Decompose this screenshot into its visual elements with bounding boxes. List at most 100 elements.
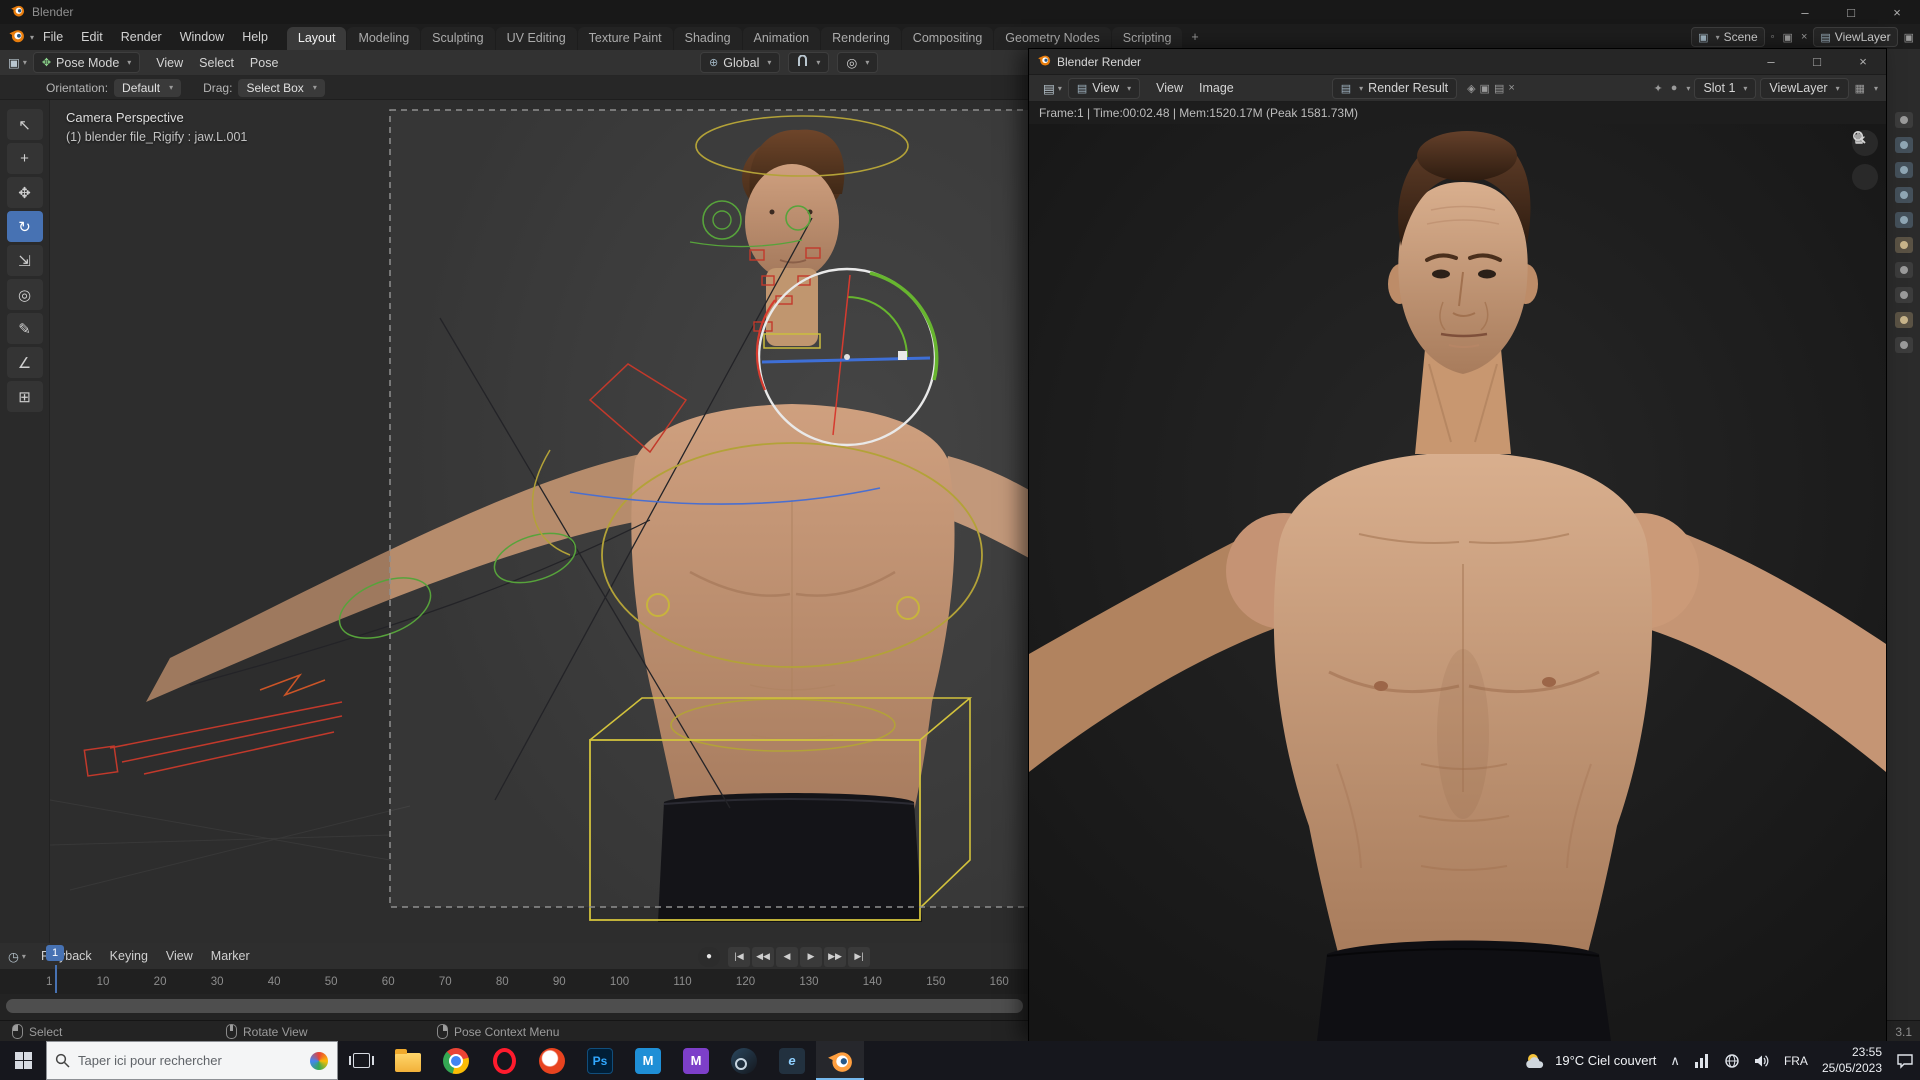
tool-button[interactable]: ∠	[7, 347, 43, 378]
slot-dropdown[interactable]: Slot 1▾	[1694, 78, 1756, 99]
auto-key-record-button[interactable]: ●	[698, 947, 720, 967]
minimize-button[interactable]: –	[1748, 49, 1794, 74]
taskbar-app-photoshop[interactable]: Ps	[576, 1041, 624, 1080]
taskbar-app-steam[interactable]	[720, 1041, 768, 1080]
play-reverse-button[interactable]: ◀	[776, 947, 798, 967]
tool-button[interactable]: ⊞	[7, 381, 43, 412]
task-view-button[interactable]	[338, 1041, 384, 1080]
language-indicator[interactable]: FRA	[1784, 1054, 1808, 1068]
maximize-button[interactable]: □	[1828, 0, 1874, 24]
frame-ruler[interactable]: 1102030405060708090100110120130140150160	[0, 970, 1029, 994]
timeline-menu[interactable]: Playback	[32, 949, 101, 963]
search-input[interactable]	[78, 1053, 278, 1068]
taskbar-app-medibang[interactable]: M	[624, 1041, 672, 1080]
viewlayer-properties-tab-icon[interactable]	[1895, 187, 1913, 203]
menubar-menu[interactable]: Edit	[72, 30, 112, 44]
mode-dropdown[interactable]: ✥ Pose Mode ▾	[33, 52, 140, 73]
copy-icon[interactable]: ▣	[1902, 31, 1916, 44]
maximize-button[interactable]: □	[1794, 49, 1840, 74]
scene-selector[interactable]: ▣ ▾ Scene	[1691, 27, 1764, 47]
taskbar-app-browser[interactable]	[528, 1041, 576, 1080]
proportional-editing-dropdown[interactable]: ◎ ▾	[837, 52, 878, 73]
workspace-tab[interactable]: Rendering	[821, 27, 901, 50]
orientation-setting[interactable]: Orientation: Default▾	[46, 79, 181, 97]
pan-hand-icon[interactable]	[1852, 164, 1878, 190]
render-view-icon[interactable]: ✦	[1652, 82, 1665, 95]
jump-to-end-button[interactable]: ▶|	[848, 947, 870, 967]
unlink-icon[interactable]: ×	[1799, 31, 1809, 43]
modifier-properties-tab-icon[interactable]	[1895, 287, 1913, 303]
tool-button[interactable]: +	[7, 143, 43, 174]
copy-icon[interactable]: ▣	[1478, 82, 1492, 95]
minimize-button[interactable]: –	[1782, 0, 1828, 24]
viewport-menu[interactable]: Select	[191, 56, 242, 70]
wifi-icon[interactable]	[1724, 1053, 1740, 1069]
playhead[interactable]: 1	[46, 944, 64, 961]
workspace-tab[interactable]: Texture Paint	[578, 27, 673, 50]
object-properties-tab-icon[interactable]	[1895, 262, 1913, 278]
unlink-icon[interactable]: ×	[1506, 82, 1516, 94]
close-button[interactable]: ×	[1840, 49, 1886, 74]
workspace-tab[interactable]: Geometry Nodes	[994, 27, 1110, 50]
taskbar-search[interactable]	[46, 1041, 338, 1080]
tool-button[interactable]: ✥	[7, 177, 43, 208]
sphere-icon[interactable]: ●	[1669, 82, 1680, 94]
menubar-menu[interactable]: File	[34, 30, 72, 44]
display-channels-icon[interactable]: ▦	[1853, 82, 1867, 95]
add-workspace-button[interactable]: +	[1183, 26, 1206, 49]
render-properties-tab-icon[interactable]	[1895, 137, 1913, 153]
next-keyframe-button[interactable]: ▶▶	[824, 947, 846, 967]
volume-icon[interactable]	[1754, 1054, 1770, 1068]
blender-menu-logo-icon[interactable]	[8, 27, 25, 47]
viewport-menu[interactable]: Pose	[242, 56, 287, 70]
workspace-tab[interactable]: Sculpting	[421, 27, 494, 50]
viewport-3d[interactable]: Camera Perspective (1) blender file_Rigi…	[50, 100, 1029, 943]
workspace-tab[interactable]: UV Editing	[496, 27, 577, 50]
taskbar-app-blender[interactable]	[816, 1041, 864, 1080]
orientation-dropdown[interactable]: ⊕ Global ▾	[700, 52, 780, 73]
tool-button[interactable]: ↻	[7, 211, 43, 242]
scene-properties-tab-icon[interactable]	[1895, 212, 1913, 228]
physics-properties-tab-icon[interactable]	[1895, 337, 1913, 353]
weather-widget[interactable]: 19°C Ciel couvert	[1524, 1052, 1656, 1070]
render-window-titlebar[interactable]: Blender Render – □ ×	[1029, 49, 1886, 74]
notification-center-icon[interactable]	[1896, 1053, 1914, 1069]
filter-icon[interactable]	[1895, 112, 1913, 128]
taskbar-app-emule[interactable]: e	[768, 1041, 816, 1080]
workspace-tab[interactable]: Shading	[674, 27, 742, 50]
workspace-tab[interactable]: Animation	[743, 27, 821, 50]
snap-dropdown[interactable]: ▾	[788, 52, 829, 73]
pin-icon[interactable]: ◦	[1769, 31, 1777, 43]
previous-keyframe-button[interactable]: ◀◀	[752, 947, 774, 967]
playhead-line[interactable]	[55, 965, 57, 993]
start-button[interactable]	[0, 1041, 46, 1080]
workspace-tab[interactable]: Scripting	[1112, 27, 1183, 50]
taskbar-app-explorer[interactable]	[384, 1041, 432, 1080]
copy-icon[interactable]: ▣	[1781, 31, 1795, 44]
search-highlights-icon[interactable]	[310, 1052, 328, 1070]
folder-icon[interactable]: ▤	[1492, 82, 1506, 95]
taskbar-app-magix[interactable]: M	[672, 1041, 720, 1080]
tool-button[interactable]: ↖	[7, 109, 43, 140]
drag-setting[interactable]: Drag: Select Box▾	[203, 79, 325, 97]
world-properties-tab-icon[interactable]	[1895, 237, 1913, 253]
timeline-menu[interactable]: View	[157, 949, 202, 963]
render-viewlayer-dropdown[interactable]: ViewLayer▾	[1760, 78, 1848, 99]
viewlayer-selector[interactable]: ▤ ViewLayer	[1813, 27, 1897, 47]
image-browse-dropdown[interactable]: ▤ ▾ Render Result	[1332, 78, 1457, 99]
workspace-tab[interactable]: Compositing	[902, 27, 993, 50]
menubar-menu[interactable]: Window	[171, 30, 233, 44]
image-editor-menu-view[interactable]: View	[1148, 81, 1191, 95]
jump-to-start-button[interactable]: |◀	[728, 947, 750, 967]
render-result-image[interactable]	[1029, 124, 1886, 1041]
hidden-icons-button[interactable]: ∧	[1670, 1053, 1680, 1069]
play-button[interactable]: ▶	[800, 947, 822, 967]
network-icon[interactable]	[1694, 1054, 1710, 1068]
output-properties-tab-icon[interactable]	[1895, 162, 1913, 178]
taskbar-clock[interactable]: 23:55 25/05/2023	[1822, 1045, 1882, 1076]
shield-icon[interactable]: ◈	[1465, 82, 1477, 95]
taskbar-app-opera[interactable]	[480, 1041, 528, 1080]
timeline-editor-type-button[interactable]: ◷▾	[0, 949, 32, 964]
data-properties-tab-icon[interactable]	[1895, 312, 1913, 328]
viewport-menu[interactable]: View	[148, 56, 191, 70]
